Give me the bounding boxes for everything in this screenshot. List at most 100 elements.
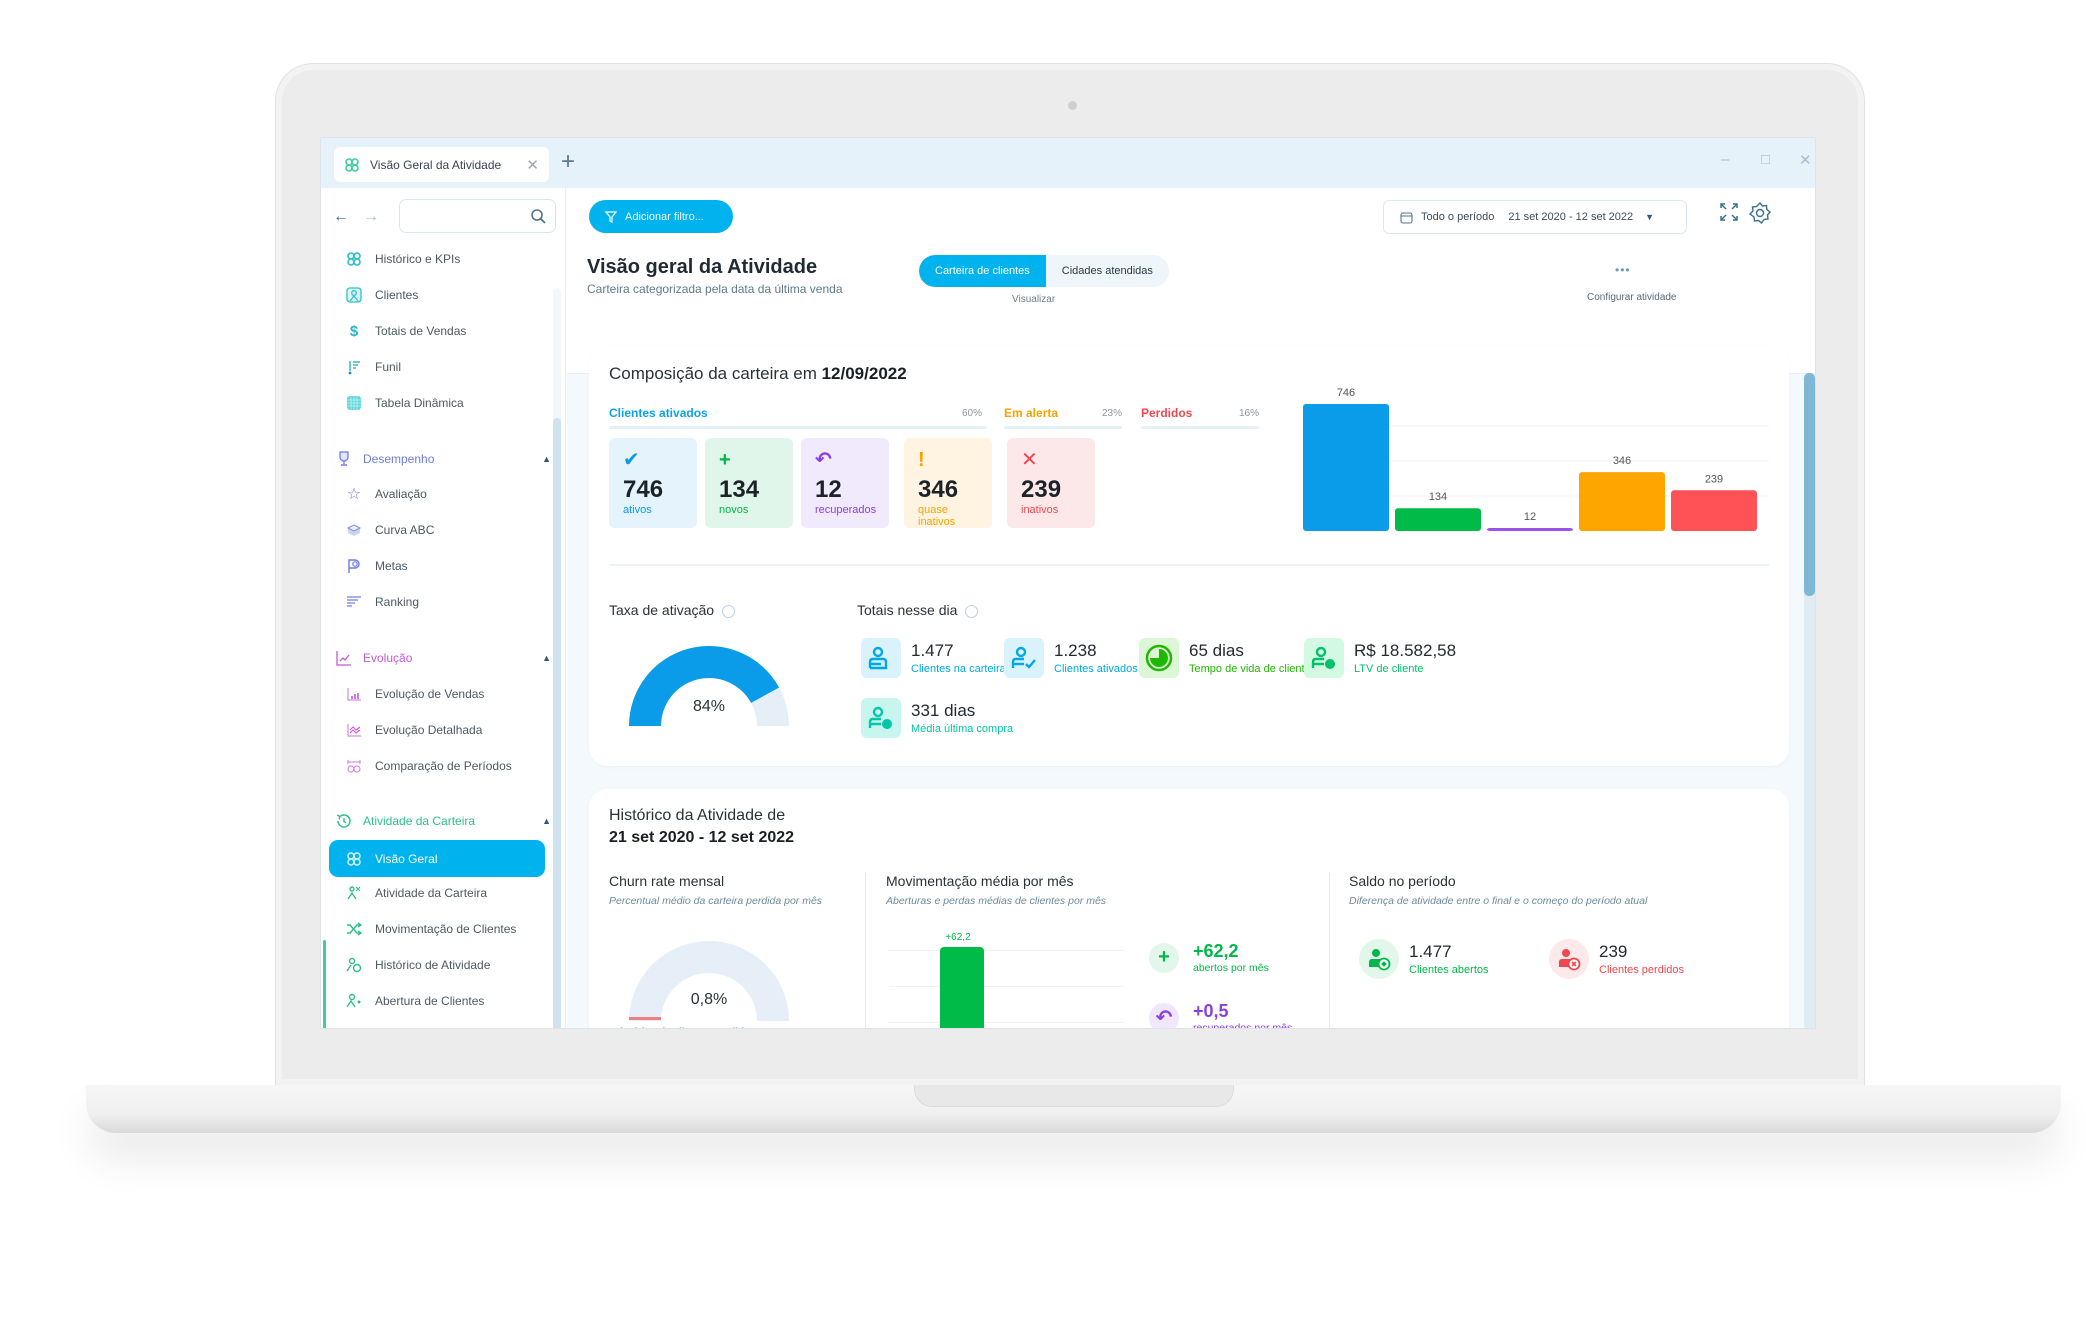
balance-caption: Diferença de atividade entre o final e o…	[1349, 895, 1648, 907]
chevron-up-icon[interactable]: ▲	[542, 816, 551, 826]
sidebar-item-abertura-clientes[interactable]: Abertura de Clientes	[345, 987, 545, 1015]
kpi-tile[interactable]: ✕ 239 inativos	[1007, 438, 1095, 528]
sidebar-item-funil[interactable]: Funil	[345, 353, 545, 381]
sidebar-group-desempenho[interactable]: Desempenho ▲	[335, 445, 551, 473]
sidebar-search-input[interactable]	[399, 199, 556, 233]
sidebar-item-label: Movimentação de Clientes	[375, 922, 517, 936]
back-arrow-icon[interactable]: ←	[333, 208, 349, 226]
sidebar-item-label: Ranking	[375, 595, 420, 609]
main-scrollbar[interactable]	[1804, 373, 1815, 596]
kpi-symbol-icon: +	[719, 449, 731, 471]
tab-cidades-atendidas[interactable]: Cidades atendidas	[1046, 255, 1169, 287]
close-tab-icon[interactable]: ✕	[526, 156, 539, 174]
tab-bar: Visão Geral da Atividade ✕ + – □ ✕	[321, 138, 1815, 188]
sidebar-item-visao-geral[interactable]: Visão Geral	[329, 840, 545, 877]
kpi-tile[interactable]: ✔ 746 ativos	[609, 438, 697, 528]
add-filter-button[interactable]: Adicionar filtro...	[589, 200, 733, 233]
add-filter-label: Adicionar filtro...	[625, 210, 704, 223]
composition-title: Composição da carteira em 12/09/2022	[609, 364, 907, 383]
kpi-grid-icon	[345, 850, 363, 868]
user-money-icon	[1304, 638, 1344, 678]
page-subtitle: Carteira categorizada pela data da últim…	[587, 282, 843, 296]
kpi-value: 12	[815, 476, 842, 503]
bar-recuperados[interactable]	[1487, 528, 1573, 531]
balance-value: 1.477	[1409, 942, 1452, 961]
new-tab-button[interactable]: +	[561, 148, 575, 176]
tab-visao-geral[interactable]: Visão Geral da Atividade ✕	[334, 147, 549, 182]
bar-value-label: 134	[1429, 491, 1447, 503]
bar-chart-icon	[345, 685, 363, 703]
kpi-value: 746	[623, 476, 664, 503]
sidebar-item-label: Atividade da Carteira	[375, 886, 488, 900]
chevron-up-icon[interactable]: ▲	[542, 454, 551, 464]
sidebar-item-historico-atividade[interactable]: Histórico de Atividade	[345, 951, 545, 979]
gear-icon[interactable]	[1749, 202, 1771, 224]
sidebar-group-label: Evolução	[363, 651, 413, 665]
composition-card: Composição da carteira em 12/09/2022 Cli…	[589, 346, 1789, 766]
movement-title: Movimentação média por mês	[886, 873, 1074, 889]
sidebar-group-evolucao[interactable]: Evolução ▲	[335, 644, 551, 672]
user-lost-icon	[1549, 939, 1589, 979]
sidebar-item-totais-vendas[interactable]: $ Totais de Vendas	[345, 317, 545, 345]
laptop-notch	[914, 1085, 1234, 1107]
sidebar-item-clientes[interactable]: Clientes	[345, 281, 545, 309]
date-range-picker[interactable]: Todo o período 21 set 2020 - 12 set 2022…	[1383, 200, 1687, 234]
maximize-button[interactable]: □	[1761, 151, 1770, 168]
gridline	[889, 1022, 1124, 1023]
sidebar-item-tabela-dinamica[interactable]: Tabela Dinâmica	[345, 389, 545, 417]
movement-caption: abertos por mês	[1193, 962, 1269, 974]
camera-dot	[1068, 101, 1077, 110]
sidebar-item-comparacao-periodos[interactable]: Comparação de Períodos	[345, 752, 545, 780]
sidebar-item-ranking[interactable]: Ranking	[345, 588, 545, 616]
kpi-tile[interactable]: ↶ 12 recuperados	[801, 438, 889, 528]
sidebar-item-atividade-carteira[interactable]: Atividade da Carteira	[345, 879, 545, 907]
more-options-icon[interactable]: •••	[1615, 263, 1631, 277]
chevron-up-icon[interactable]: ▲	[542, 653, 551, 663]
bar-ativos[interactable]	[1303, 404, 1389, 531]
minimize-button[interactable]: –	[1721, 151, 1729, 168]
fullscreen-icon[interactable]	[1719, 202, 1739, 222]
sidebar-item-evolucao-vendas[interactable]: Evolução de Vendas	[345, 680, 545, 708]
stat-text: 1.238 Clientes ativados	[1054, 641, 1138, 675]
forward-arrow-icon[interactable]: →	[363, 208, 379, 226]
category-divider	[1141, 426, 1259, 429]
sidebar-item-evolucao-detalhada[interactable]: Evolução Detalhada	[345, 716, 545, 744]
stat-value: R$ 18.582,58	[1354, 641, 1457, 660]
kpi-tile[interactable]: ! 346 quase inativos	[904, 438, 992, 528]
sidebar-group-atividade-carteira[interactable]: Atividade da Carteira ▲	[335, 807, 551, 835]
sidebar-item-curva-abc[interactable]: Curva ABC	[345, 516, 545, 544]
tab-carteira-clientes[interactable]: Carteira de clientes	[919, 255, 1046, 287]
configure-activity-link[interactable]: Configurar atividade	[1587, 292, 1677, 303]
section-divider	[609, 564, 1769, 566]
help-icon[interactable]	[722, 604, 736, 618]
sidebar-scrollbar[interactable]	[553, 418, 561, 1028]
sidebar-item-metas[interactable]: Metas	[345, 552, 545, 580]
help-icon[interactable]	[965, 604, 979, 618]
stat-text: R$ 18.582,58 LTV de cliente	[1354, 641, 1456, 675]
category-label-alerta: Em alerta	[1004, 406, 1059, 420]
churn-history-link[interactable]: Histórico de clientes perdidos ›	[613, 1027, 762, 1028]
column-divider	[1329, 873, 1330, 1028]
close-window-button[interactable]: ✕	[1799, 151, 1812, 169]
bar-inativos[interactable]	[1671, 490, 1757, 531]
kpi-tile[interactable]: +134 novos	[705, 438, 793, 528]
stat-caption: LTV de cliente	[1354, 663, 1424, 675]
main-content: Adicionar filtro... Todo o período 21 se…	[567, 188, 1815, 1028]
sidebar-item-movimentacao-clientes[interactable]: Movimentação de Clientes	[345, 915, 545, 943]
trophy-icon	[335, 450, 353, 468]
stat-text: 65 dias Tempo de vida de cliente	[1189, 641, 1311, 675]
compare-icon	[345, 757, 363, 775]
kpi-grid-icon	[345, 250, 363, 268]
kpi-symbol-icon: ✔	[623, 449, 640, 471]
category-label-perdidos: Perdidos	[1141, 406, 1193, 420]
stat-value: 1.238	[1054, 641, 1097, 660]
page-title: Visão geral da Atividade	[587, 256, 818, 278]
gridline	[889, 986, 1124, 987]
sidebar-item-avaliacao[interactable]: ☆ Avaliação	[345, 480, 545, 508]
bar-novos[interactable]	[1395, 508, 1481, 531]
bar-quase-inativos[interactable]	[1579, 472, 1665, 531]
view-toggle: Carteira de clientes Cidades atendidas	[919, 255, 1169, 287]
sidebar-item-historico-kpis[interactable]: Histórico e KPIs	[345, 245, 545, 273]
stat-value: 65 dias	[1189, 641, 1244, 660]
movement-bar-label: +62,2	[945, 932, 971, 943]
